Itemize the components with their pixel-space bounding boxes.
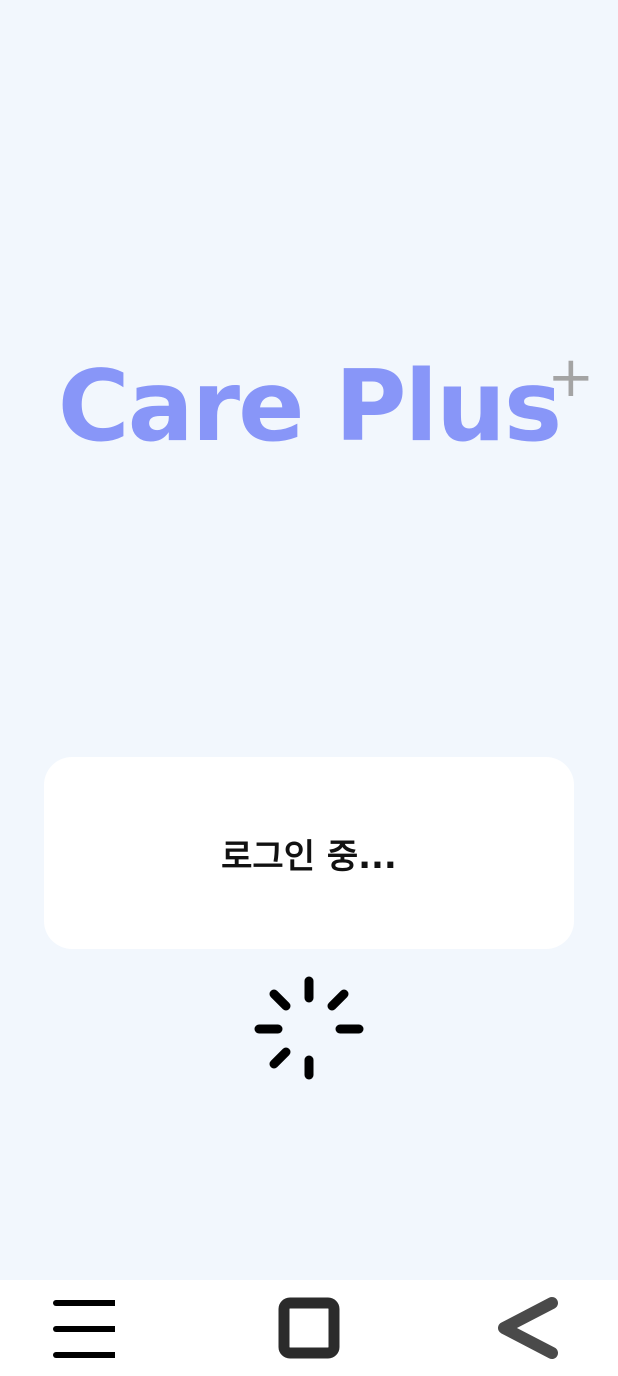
loading-spinner-icon: [254, 974, 364, 1084]
system-navigation-bar: [0, 1280, 618, 1376]
app-logo: Care Plus +: [0, 348, 618, 466]
logo-plus-mark: +: [547, 345, 594, 410]
home-button[interactable]: [269, 1288, 349, 1368]
back-chevron-icon: [498, 1297, 558, 1359]
logo-text: Care Plus: [57, 350, 562, 464]
menu-button[interactable]: [43, 1288, 123, 1368]
home-square-icon: [278, 1297, 340, 1359]
logo-wordmark: Care Plus +: [57, 348, 594, 466]
back-button[interactable]: [487, 1288, 567, 1368]
login-status-card: 로그인 중...: [44, 757, 574, 949]
menu-icon: [53, 1300, 115, 1358]
login-status-text: 로그인 중...: [221, 836, 397, 877]
